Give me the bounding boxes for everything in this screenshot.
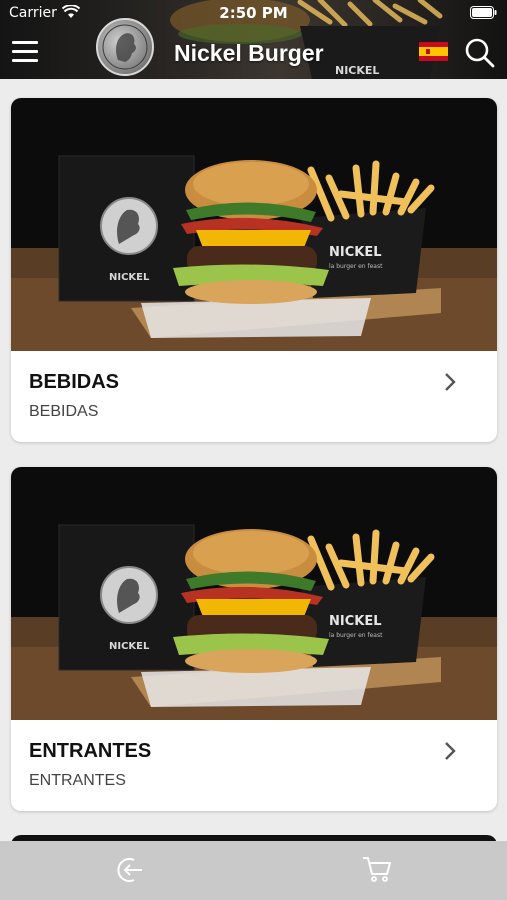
hamburger-menu-icon[interactable] <box>12 41 38 63</box>
category-subtitle: ENTRANTES <box>29 772 126 789</box>
bucket-logo-text: NICKEL <box>329 614 382 629</box>
category-image: NICKEL NICKEL la burger en feast <box>11 467 497 720</box>
app-title: Nickel Burger <box>174 40 324 66</box>
bucket-logo-text: NICKEL <box>329 245 382 260</box>
exit-icon[interactable] <box>115 855 145 885</box>
category-card-bebidas[interactable]: NICKEL NICKEL la burger en feast BEBIDAS… <box>11 98 497 442</box>
bottom-toolbar <box>0 841 507 900</box>
category-subtitle: BEBIDAS <box>29 403 99 420</box>
status-bar: Carrier 2:50 PM <box>0 0 507 28</box>
nickel-coin-logo <box>96 18 154 76</box>
chevron-right-icon[interactable] <box>443 740 457 762</box>
category-card-entrantes[interactable]: NICKEL NICKEL la burger en feast ENTRANT… <box>11 467 497 811</box>
shopping-cart-icon[interactable] <box>362 855 392 883</box>
category-image: NICKEL NICKEL la burger en feast <box>11 98 497 351</box>
battery-icon <box>470 6 497 19</box>
chevron-right-icon[interactable] <box>443 371 457 393</box>
box-logo-text: NICKEL <box>109 641 150 652</box>
bucket-tagline-text: la burger en feast <box>329 632 383 639</box>
header-bucket-text: NICKEL <box>335 64 379 77</box>
coin-portrait <box>102 24 148 70</box>
bucket-tagline-text: la burger en feast <box>329 263 383 270</box>
spain-flag-icon[interactable] <box>419 42 448 61</box>
search-icon[interactable] <box>464 37 495 68</box>
category-title: BEBIDAS <box>29 371 120 393</box>
box-logo-text: NICKEL <box>109 272 150 283</box>
app-header: NICKEL Carrier 2:50 PM Nickel Burger <box>0 0 507 79</box>
category-list[interactable]: NICKEL NICKEL la burger en feast BEBIDAS… <box>0 79 507 841</box>
status-time: 2:50 PM <box>219 4 288 22</box>
category-title: ENTRANTES <box>29 740 152 762</box>
